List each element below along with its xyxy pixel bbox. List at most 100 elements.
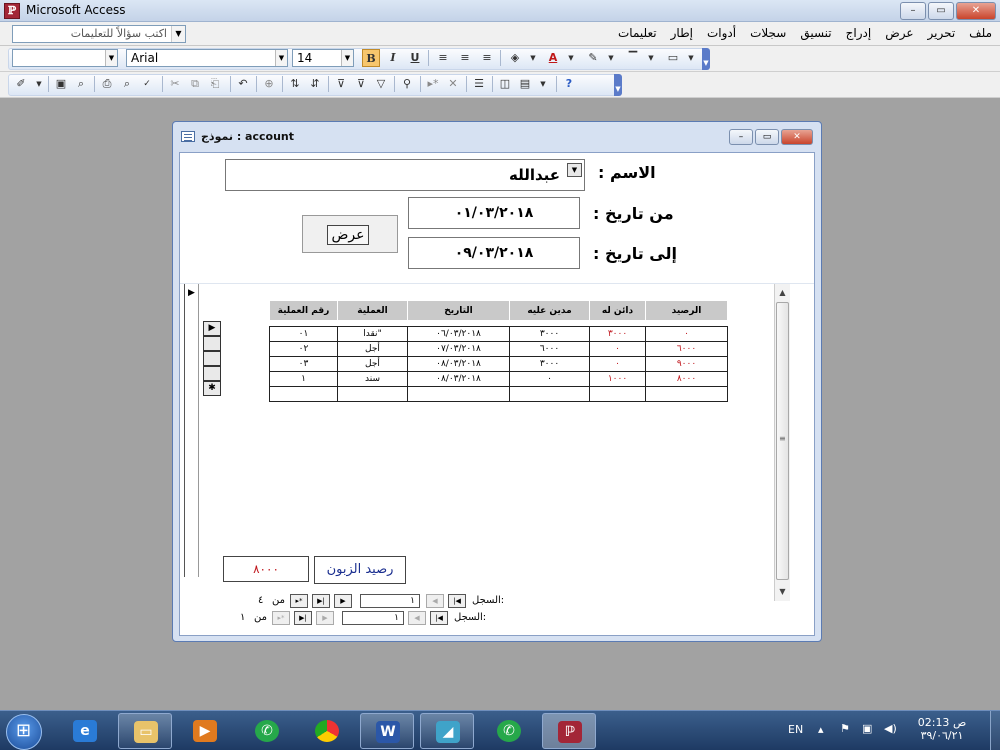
column-header-balance[interactable]: الرصيد	[645, 300, 728, 321]
form-restore-button[interactable]: ▭	[755, 129, 779, 145]
line-color-icon[interactable]: ✎	[584, 49, 602, 67]
taskbar-ie[interactable]: e	[58, 713, 112, 749]
cell-date[interactable]: ٠٦/٠٣/٢٠١٨	[407, 326, 510, 342]
cell-date[interactable]: ٠٨/٠٣/٢٠١٨	[407, 371, 510, 387]
column-header-credit[interactable]: دائن له	[589, 300, 646, 321]
font-color-icon[interactable]: A	[544, 49, 562, 67]
taskbar-explorer[interactable]: ▭	[118, 713, 172, 749]
view-icon[interactable]: ✐	[12, 75, 30, 93]
print-icon[interactable]: ⎙	[98, 75, 116, 93]
first-record-button[interactable]: |◀	[430, 611, 448, 625]
cell-number[interactable]: ٠٣	[269, 356, 338, 372]
cell-new[interactable]	[589, 386, 646, 402]
volume-icon[interactable]: ◀)	[884, 722, 897, 735]
cell-number[interactable]: ٠١	[269, 326, 338, 342]
copy-icon[interactable]: ⧉	[186, 75, 204, 93]
show-desktop-button[interactable]	[990, 711, 1000, 750]
line-width-icon[interactable]: ▔	[624, 49, 642, 67]
new-object-icon[interactable]: ▤	[516, 75, 534, 93]
cell-new[interactable]	[407, 386, 510, 402]
align-center-icon[interactable]: ≡	[456, 49, 474, 67]
cell-date[interactable]: ٠٧/٠٣/٢٠١٨	[407, 341, 510, 357]
previous-record-button[interactable]: ◀	[426, 594, 444, 608]
restore-button[interactable]: ▭	[928, 2, 954, 20]
new-record-row[interactable]	[269, 386, 728, 402]
record-selector-column[interactable]: ▶	[185, 284, 199, 577]
sub-current-record-input[interactable]: ١	[360, 594, 420, 608]
fill-color-icon[interactable]: ◈	[506, 49, 524, 67]
chevron-down-icon[interactable]: ▼	[602, 49, 620, 67]
cell-operation[interactable]: أجل	[337, 341, 408, 357]
new-record-nav-button[interactable]: ▸*	[290, 594, 308, 608]
row-selector[interactable]	[203, 351, 221, 366]
delete-record-icon[interactable]: ✕	[444, 75, 462, 93]
new-record-nav-button[interactable]: ▸*	[272, 611, 290, 625]
scroll-down-icon[interactable]: ▼	[775, 585, 790, 599]
cell-new[interactable]	[269, 386, 338, 402]
cell-credit[interactable]: ١٠٠٠	[589, 371, 646, 387]
filter-by-form-icon[interactable]: ⊽	[352, 75, 370, 93]
from-date-field[interactable]: ٠١/٠٣/٢٠١٨	[408, 197, 580, 229]
last-record-button[interactable]: ▶|	[312, 594, 330, 608]
cell-credit[interactable]: ٠	[589, 341, 646, 357]
cell-new[interactable]	[645, 386, 728, 402]
new-record-icon[interactable]: ▸*	[424, 75, 442, 93]
cut-icon[interactable]: ✂	[166, 75, 184, 93]
cell-balance[interactable]: ٠	[645, 326, 728, 342]
apply-filter-icon[interactable]: ▽	[372, 75, 390, 93]
table-row[interactable]: ٠١ نقدا" ٠٦/٠٣/٢٠١٨ ٣٠٠٠ ٣٠٠٠ ٠	[269, 326, 728, 342]
cell-operation[interactable]: نقدا"	[337, 326, 408, 342]
align-right-icon[interactable]: ≡	[478, 49, 496, 67]
minimize-button[interactable]: –	[900, 2, 926, 20]
next-record-button[interactable]: ▶	[334, 594, 352, 608]
toolbar-options-icon[interactable]: ▼	[702, 48, 710, 70]
cell-number[interactable]: ١	[269, 371, 338, 387]
chevron-down-icon[interactable]: ▼	[567, 163, 582, 177]
network-icon[interactable]: ▣	[862, 722, 872, 735]
menu-item[interactable]: تعليمات	[618, 26, 657, 40]
print-preview-icon[interactable]: ⌕	[118, 75, 136, 93]
scroll-up-icon[interactable]: ▲	[775, 286, 790, 300]
taskbar-media[interactable]: ▶	[178, 713, 232, 749]
table-row[interactable]: ١ سند ٠٨/٠٣/٢٠١٨ ٠ ١٠٠٠ ٨٠٠٠	[269, 371, 728, 387]
chevron-down-icon[interactable]: ▼	[30, 75, 48, 93]
taskbar-chrome[interactable]	[300, 713, 354, 749]
properties-icon[interactable]: ☰	[470, 75, 488, 93]
chevron-down-icon[interactable]: ▼	[534, 75, 552, 93]
show-button[interactable]: عرض	[302, 215, 398, 253]
cell-operation[interactable]: أجل	[337, 356, 408, 372]
menu-item[interactable]: ملف	[969, 26, 992, 40]
clock[interactable]: 02:13 ص ٣٩/٠٦/٢١	[912, 716, 972, 742]
chevron-down-icon[interactable]: ▼	[562, 49, 580, 67]
toolbar-options-icon[interactable]: ▼	[614, 74, 622, 96]
chevron-down-icon[interactable]: ▼	[524, 49, 542, 67]
cell-debit[interactable]: ٣٠٠٠	[509, 326, 590, 342]
close-button[interactable]: ✕	[956, 2, 996, 20]
last-record-button[interactable]: ▶|	[294, 611, 312, 625]
menu-item[interactable]: إطار	[671, 26, 693, 40]
column-header-debit[interactable]: مدين عليه	[509, 300, 590, 321]
paste-icon[interactable]: ⎗	[206, 75, 224, 93]
ask-question-box[interactable]: اكتب سؤالاً للتعليمات ▼	[12, 25, 186, 43]
form-close-button[interactable]: ✕	[781, 129, 813, 145]
menu-item[interactable]: إدراج	[846, 26, 872, 40]
form-minimize-button[interactable]: –	[729, 129, 753, 145]
cell-operation[interactable]: سند	[337, 371, 408, 387]
menu-item[interactable]: تنسيق	[800, 26, 831, 40]
column-header-operation[interactable]: العملية	[337, 300, 408, 321]
menu-item[interactable]: أدوات	[707, 26, 736, 40]
find-icon[interactable]: ⚲	[398, 75, 416, 93]
column-header-date[interactable]: التاريخ	[407, 300, 510, 321]
cell-credit[interactable]: ٠	[589, 356, 646, 372]
cell-debit[interactable]: ٠	[509, 371, 590, 387]
taskbar-app[interactable]: ◢	[420, 713, 474, 749]
hyperlink-icon[interactable]: ⊕	[260, 75, 278, 93]
save-icon[interactable]: ▣	[52, 75, 70, 93]
menu-item[interactable]: عرض	[885, 26, 913, 40]
sort-descending-icon[interactable]: ⇵	[306, 75, 324, 93]
previous-record-button[interactable]: ◀	[408, 611, 426, 625]
cell-debit[interactable]: ٦٠٠٠	[509, 341, 590, 357]
row-selector-current[interactable]: ▶	[203, 321, 221, 336]
cell-date[interactable]: ٠٨/٠٣/٢٠١٨	[407, 356, 510, 372]
to-date-field[interactable]: ٠٩/٠٣/٢٠١٨	[408, 237, 580, 269]
